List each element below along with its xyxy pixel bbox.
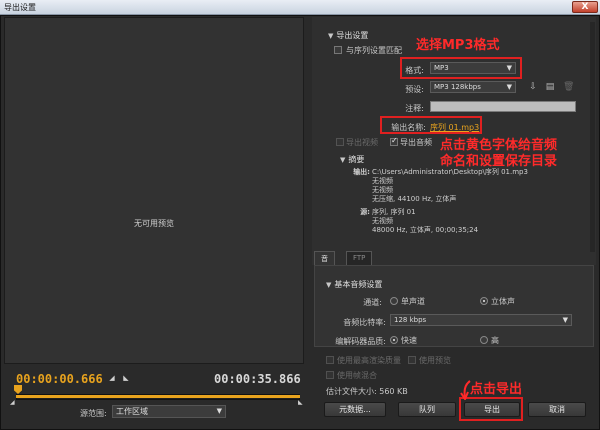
settings-scrollbar[interactable] [590, 22, 595, 252]
export-audio-checkbox[interactable] [390, 136, 398, 146]
out-point-icon[interactable]: ◣ [298, 399, 304, 406]
annotation-choose-format: 选择MP3格式 [416, 38, 500, 53]
current-timecode[interactable]: 00:00:00.666 [16, 372, 103, 386]
basic-audio-header[interactable]: ▼ 基本音频设置 [326, 279, 382, 290]
bitrate-value: 128 kbps [394, 316, 427, 324]
frame-blend-checkbox[interactable] [326, 371, 334, 379]
tab-audio[interactable]: 音频 [314, 251, 335, 273]
annotation-click-name-2: 命名和设置保存目录 [440, 154, 558, 169]
expand-triangle-icon: ▼ [326, 281, 332, 289]
export-highlight-box [459, 397, 523, 421]
use-preview-label: 使用预览 [419, 356, 451, 365]
export-video-checkbox[interactable] [336, 138, 344, 146]
chevron-down-icon: ▼ [562, 316, 568, 324]
title-bar: 导出设置 X [0, 0, 600, 15]
match-sequence-checkbox[interactable] [334, 46, 342, 54]
frame-blend-label: 使用帧混合 [337, 371, 377, 380]
estimated-file-size: 估计文件大小: 560 KB [326, 387, 408, 396]
work-area-bar [16, 395, 300, 398]
use-preview-checkbox[interactable] [408, 356, 416, 364]
export-audio-label: 导出音频 [400, 138, 432, 147]
max-render-label: 使用最高渲染质量 [337, 356, 401, 365]
source-range-label: 源范围: [80, 409, 107, 418]
quality-high-label: 高 [491, 336, 499, 345]
playhead-icon[interactable] [14, 385, 22, 394]
in-point-icon[interactable]: ◢ [10, 399, 16, 406]
quality-fast-radio[interactable] [390, 336, 398, 344]
annotation-click-export: 点击导出 [470, 382, 523, 397]
stereo-radio[interactable] [480, 297, 488, 305]
export-video-label: 导出视频 [346, 138, 378, 147]
format-highlight-box [400, 57, 522, 79]
comment-input[interactable] [430, 101, 576, 112]
timeline-scrubber[interactable]: ◢ ◣ [10, 385, 305, 407]
queue-button[interactable]: 队列 [398, 402, 456, 417]
preset-label: 预设: [405, 85, 424, 94]
stereo-label: 立体声 [491, 297, 515, 306]
cancel-button[interactable]: 取消 [528, 402, 586, 417]
output-name-highlight-box [380, 116, 482, 134]
codec-quality-label: 编解码器品质: [335, 337, 386, 346]
close-button[interactable]: X [572, 1, 598, 13]
summary-header[interactable]: ▼ 摘要 [340, 154, 364, 165]
save-preset-icon[interactable]: ⇩ [528, 82, 538, 92]
expand-triangle-icon: ▼ [328, 32, 334, 40]
preview-area: 无可用预览 [4, 17, 304, 364]
export-settings-header[interactable]: ▼ 导出设置 [328, 30, 368, 41]
summary-output-line: 无压缩, 44100 Hz, 立体声 [372, 195, 457, 203]
chevron-down-icon: ▼ [506, 83, 512, 91]
channels-label: 通道: [363, 298, 382, 307]
duration-timecode: 00:00:35.866 [214, 372, 301, 386]
max-render-checkbox[interactable] [326, 356, 334, 364]
metadata-button[interactable]: 元数据... [324, 402, 386, 417]
set-out-icon[interactable]: ◣ [122, 374, 130, 382]
delete-preset-icon[interactable]: 🗑 [563, 82, 574, 92]
match-sequence-label: 与序列设置匹配 [346, 46, 402, 55]
tab-ftp[interactable]: FTP [346, 251, 373, 265]
summary-source-key: 源: [360, 208, 370, 216]
window-title: 导出设置 [4, 3, 36, 12]
source-range-value: 工作区域 [116, 407, 148, 416]
mono-label: 单声道 [401, 297, 425, 306]
arrow-icon [460, 380, 471, 400]
expand-triangle-icon: ▼ [340, 156, 346, 164]
comment-label: 注释: [405, 104, 424, 113]
bitrate-label: 音频比特率: [343, 318, 386, 327]
set-in-icon[interactable]: ◢ [108, 374, 116, 382]
summary-source-line: 48000 Hz, 立体声, 00;00;35;24 [372, 226, 479, 234]
source-range-select[interactable]: 工作区域 ▼ [112, 405, 226, 418]
preset-select[interactable]: MP3 128kbps ▼ [430, 81, 516, 93]
preset-value: MP3 128kbps [434, 83, 481, 91]
chevron-down-icon: ▼ [216, 407, 222, 415]
mono-radio[interactable] [390, 297, 398, 305]
summary-output-key: 输出: [353, 168, 370, 176]
quality-fast-label: 快速 [401, 336, 417, 345]
no-preview-text: 无可用预览 [134, 219, 174, 228]
bitrate-select[interactable]: 128 kbps ▼ [390, 314, 572, 326]
import-preset-icon[interactable]: ▤ [545, 82, 555, 92]
quality-high-radio[interactable] [480, 336, 488, 344]
